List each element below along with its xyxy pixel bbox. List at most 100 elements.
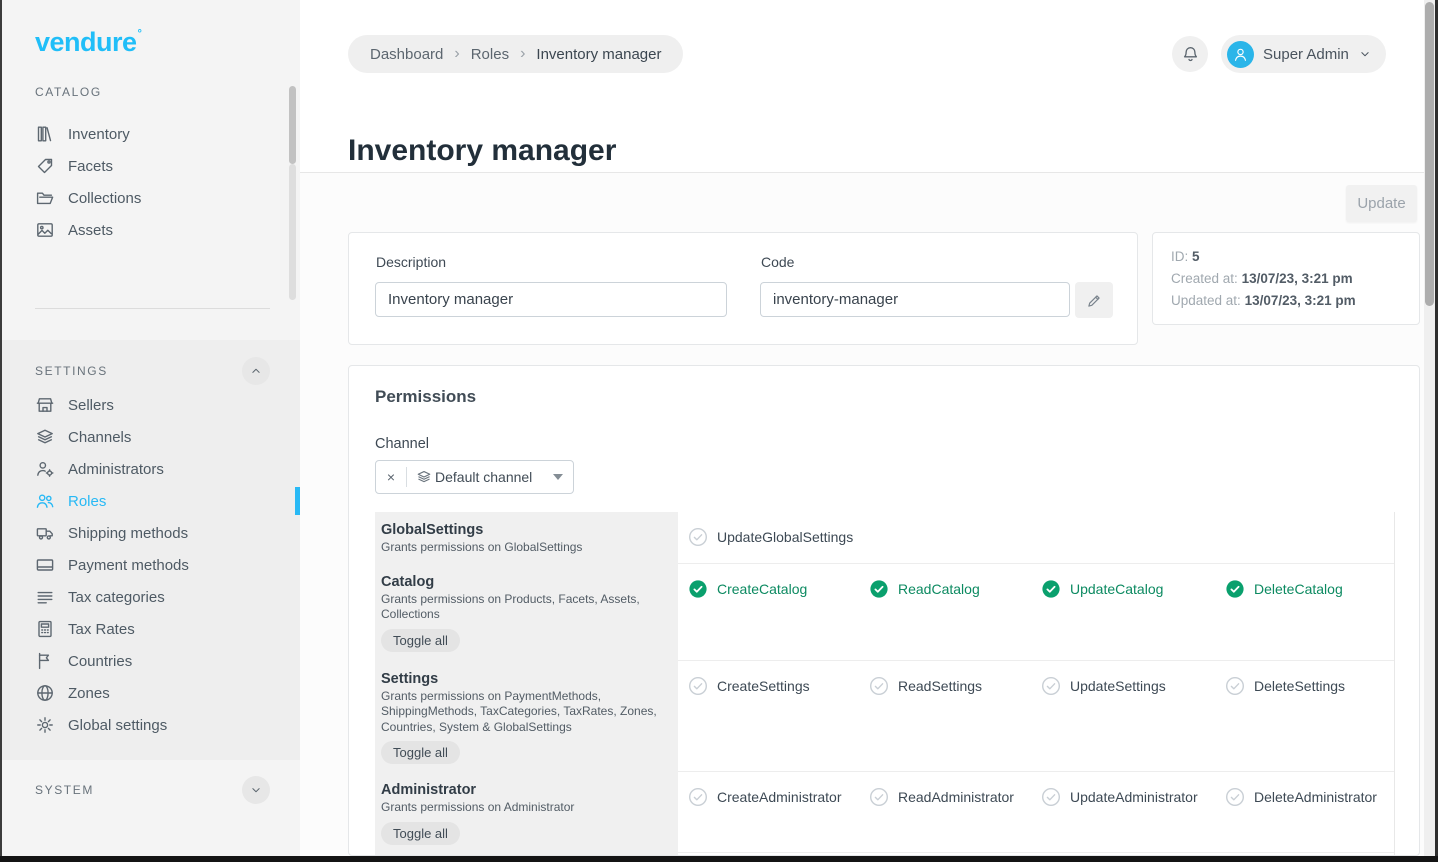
sidebar-scrollbar-thumb[interactable] [289, 86, 296, 164]
permission-group-info: AdministratorGrants permissions on Admin… [375, 772, 678, 853]
channel-selected-value: Default channel [435, 469, 532, 485]
avatar [1227, 41, 1254, 68]
clear-channel-icon[interactable]: × [376, 469, 406, 485]
chevron-up-icon [249, 364, 263, 378]
permission-label: CreateCatalog [717, 581, 807, 597]
toggle-all-button[interactable]: Toggle all [381, 629, 460, 652]
sidebar-section-header-system: SYSTEM [2, 776, 300, 804]
sidebar-item-administrators[interactable]: Administrators [2, 453, 300, 485]
updated-at-label: Updated at: [1171, 293, 1241, 308]
permissions-card: Permissions Channel × Default channel Gl… [348, 365, 1420, 856]
collapse-section-button[interactable] [242, 776, 270, 804]
sidebar-item-roles[interactable]: Roles [2, 485, 300, 517]
permission-checkbox-readcatalog[interactable]: ReadCatalog [869, 577, 1041, 601]
permission-group-description: Grants permissions on PaymentMethods, Sh… [381, 689, 664, 736]
gear-icon [35, 715, 55, 735]
toggle-all-button[interactable]: Toggle all [381, 741, 460, 764]
id-value: 5 [1192, 249, 1200, 264]
sidebar-item-tax-rates[interactable]: Tax Rates [2, 613, 300, 645]
check-circle-outline-icon [1225, 676, 1245, 696]
sidebar-item-label: Roles [68, 493, 106, 510]
sidebar-item-label: Inventory [68, 126, 130, 143]
sidebar-section-label: SYSTEM [35, 783, 94, 797]
sidebar-item-collections[interactable]: Collections [2, 182, 300, 214]
permission-label: CreateAdministrator [717, 789, 842, 805]
permission-checkbox-createsettings[interactable]: CreateSettings [688, 674, 869, 698]
breadcrumb: Dashboard›Roles›Inventory manager [348, 35, 683, 73]
sidebar-item-label: Countries [68, 653, 132, 670]
permission-checkbox-deletecatalog[interactable]: DeleteCatalog [1225, 577, 1394, 601]
sidebar-item-facets[interactable]: Facets [2, 150, 300, 182]
chevron-down-icon [249, 783, 263, 797]
sidebar-section-header-catalog: CATALOG [2, 78, 300, 106]
header-divider [300, 172, 1424, 173]
notifications-button[interactable] [1172, 36, 1208, 72]
breadcrumb-item-dashboard[interactable]: Dashboard [370, 46, 443, 63]
update-button[interactable]: Update [1346, 185, 1417, 222]
edit-code-button[interactable] [1075, 282, 1113, 318]
sidebar-item-inventory[interactable]: Inventory [2, 118, 300, 150]
sidebar-item-shipping-methods[interactable]: Shipping methods [2, 517, 300, 549]
chevron-down-icon [1358, 47, 1372, 61]
entity-meta-panel: ID: 5 Created at: 13/07/23, 3:21 pm Upda… [1152, 232, 1420, 325]
permission-group-title: Settings [381, 670, 664, 688]
vendure-logo[interactable]: vendure° [2, 0, 300, 78]
check-circle-outline-icon [1225, 787, 1245, 807]
sidebar-item-label: Assets [68, 222, 113, 239]
window-border-bottom [0, 856, 1438, 862]
check-circle-outline-icon [688, 676, 708, 696]
sidebar-item-zones[interactable]: Zones [2, 677, 300, 709]
library-icon [35, 124, 55, 144]
sidebar-items: Inventory FacetsCollections Assets [2, 118, 300, 246]
pencil-icon [1086, 292, 1103, 309]
check-circle-outline-icon [1041, 787, 1061, 807]
meta-updated-row: Updated at: 13/07/23, 3:21 pm [1171, 290, 1401, 312]
sidebar-item-countries[interactable]: Countries [2, 645, 300, 677]
updated-at-value: 13/07/23, 3:21 pm [1245, 293, 1356, 308]
role-detail-card: Description Code [348, 232, 1138, 345]
sidebar-item-global-settings[interactable]: Global settings [2, 709, 300, 741]
sidebar-items: SellersChannelsAdministrators Roles Shippi… [2, 389, 300, 741]
meta-created-row: Created at: 13/07/23, 3:21 pm [1171, 268, 1401, 290]
breadcrumb-item-roles[interactable]: Roles [471, 46, 509, 63]
page-scrollbar-thumb[interactable] [1425, 2, 1434, 306]
permission-checkbox-deleteadministrator[interactable]: DeleteAdministrator [1225, 785, 1394, 809]
sidebar-item-assets[interactable]: Assets [2, 214, 300, 246]
globe-icon [35, 683, 55, 703]
permission-checkbox-updatesettings[interactable]: UpdateSettings [1041, 674, 1225, 698]
permission-group-description: Grants permissions on Administrator [381, 800, 664, 816]
permission-checkbox-readsettings[interactable]: ReadSettings [869, 674, 1041, 698]
channel-select[interactable]: × Default channel [375, 460, 574, 494]
permission-checkbox-deletesettings[interactable]: DeleteSettings [1225, 674, 1394, 698]
sidebar-scrollbar[interactable] [289, 86, 296, 300]
permission-checkbox-readadministrator[interactable]: ReadAdministrator [869, 785, 1041, 809]
page-title: Inventory manager [348, 134, 616, 168]
permission-group-title: Administrator [381, 781, 664, 799]
sidebar-item-channels[interactable]: Channels [2, 421, 300, 453]
user-menu[interactable]: Super Admin [1221, 35, 1386, 73]
calculator-icon [35, 619, 55, 639]
permission-label: UpdateAdministrator [1070, 789, 1198, 805]
permission-label: DeleteCatalog [1254, 581, 1343, 597]
sidebar-item-sellers[interactable]: Sellers [2, 389, 300, 421]
permission-checkbox-updatecatalog[interactable]: UpdateCatalog [1041, 577, 1225, 601]
page-scrollbar[interactable] [1424, 0, 1435, 856]
sidebar-item-payment-methods[interactable]: Payment methods [2, 549, 300, 581]
sidebar-section-settings: SETTINGSSellersChannelsAdministratorsRol… [2, 340, 300, 760]
sidebar-nav: CATALOG Inventory FacetsCollections Assets S… [2, 78, 300, 804]
collapse-section-button[interactable] [242, 357, 270, 385]
permission-checkbox-createcatalog[interactable]: CreateCatalog [688, 577, 869, 601]
permission-checkbox-createadministrator[interactable]: CreateAdministrator [688, 785, 869, 809]
sidebar-item-tax-categories[interactable]: Tax categories [2, 581, 300, 613]
flag-icon [35, 651, 55, 671]
check-circle-outline-icon [869, 676, 889, 696]
toggle-all-button[interactable]: Toggle all [381, 822, 460, 845]
code-input[interactable] [760, 282, 1070, 317]
permission-checkbox-updateglobalsettings[interactable]: UpdateGlobalSettings [688, 525, 869, 549]
permission-checkbox-updateadministrator[interactable]: UpdateAdministrator [1041, 785, 1225, 809]
check-circle-filled-icon [688, 579, 708, 599]
created-at-value: 13/07/23, 3:21 pm [1242, 271, 1353, 286]
description-input[interactable] [375, 282, 727, 317]
select-divider [406, 467, 407, 487]
breadcrumb-separator-icon: › [454, 45, 459, 63]
